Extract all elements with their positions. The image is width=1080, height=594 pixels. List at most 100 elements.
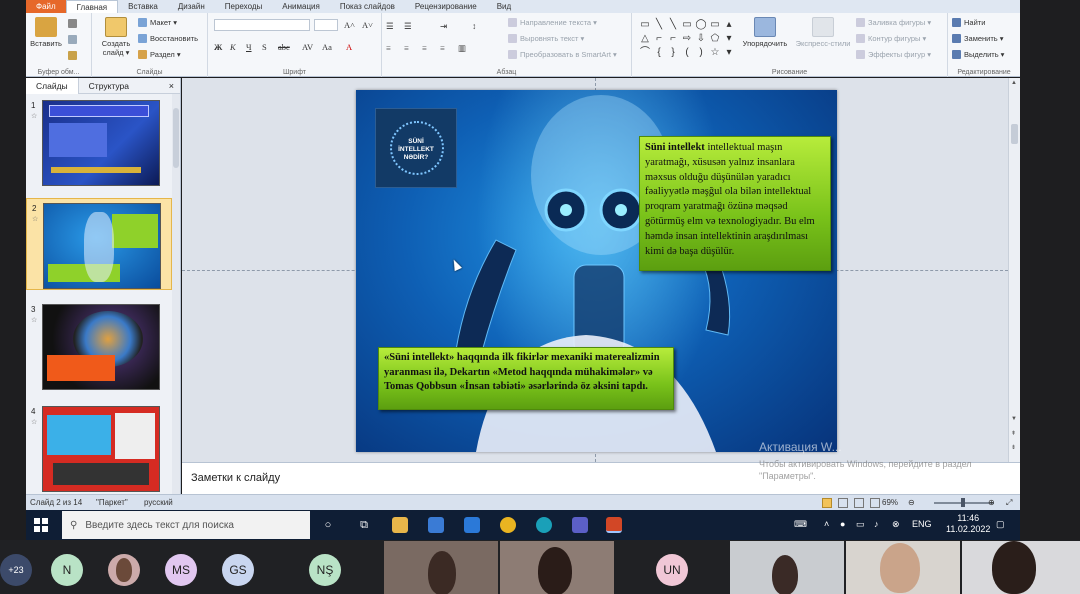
clock[interactable]: 11:46 11.02.2022 (946, 513, 990, 535)
zoom-level[interactable]: 69% (882, 498, 898, 507)
new-slide-button[interactable]: Создать слайд ▾ (96, 15, 136, 57)
tab-outline[interactable]: Структура (79, 78, 139, 94)
network-icon[interactable]: ▭ (856, 519, 865, 530)
align-left-icon[interactable]: ≡ (386, 43, 391, 53)
tab-transitions[interactable]: Переходы (215, 0, 273, 13)
windows-start-icon[interactable] (34, 518, 48, 532)
language-indicator[interactable]: русский (144, 498, 173, 507)
shrink-font-icon[interactable]: A˅ (362, 20, 373, 30)
text-direction-button[interactable]: Направление текста ▾ (508, 18, 597, 27)
mail-icon[interactable] (464, 517, 480, 533)
volume-icon[interactable]: ♪ (874, 519, 879, 529)
smartart-button[interactable]: Преобразовать в SmartArt ▾ (508, 50, 617, 59)
microphone-icon[interactable]: ● (840, 519, 845, 529)
rect-shape-icon[interactable]: ▭ (708, 18, 722, 32)
shape-fill-button[interactable]: Заливка фигуры ▾ (856, 18, 931, 27)
edge-icon[interactable] (536, 517, 552, 533)
star-shape-icon[interactable]: ☆ (708, 46, 722, 60)
underline-icon[interactable]: Ч (246, 42, 252, 52)
scroll-thumb[interactable] (173, 108, 179, 168)
zoom-out-icon[interactable]: ⊖ (908, 498, 915, 507)
section-button[interactable]: Раздел ▾ (138, 50, 181, 59)
teams-icon[interactable] (572, 517, 588, 533)
current-slide[interactable]: SÜNİ İNTELLEKT NƏDİR? Süni intellekt int… (356, 90, 837, 452)
scroll-down-icon[interactable]: ▼ (1011, 416, 1017, 422)
slide-thumbnail-3[interactable]: 3 ☆ (26, 300, 172, 392)
slideshow-icon[interactable] (870, 498, 880, 508)
align-text-button[interactable]: Выровнять текст ▾ (508, 34, 584, 43)
zoom-slider-thumb[interactable] (961, 498, 965, 507)
tab-slideshow[interactable]: Показ слайдов (330, 0, 405, 13)
select-button[interactable]: Выделить ▾ (952, 50, 1004, 59)
copy-icon[interactable] (68, 35, 77, 44)
pentagon-shape-icon[interactable]: ⬠ (708, 32, 722, 46)
chrome-icon[interactable] (500, 517, 516, 533)
participant-video[interactable] (962, 541, 1080, 594)
rect-shape-icon[interactable]: ▭ (680, 18, 694, 32)
close-icon[interactable]: × (169, 81, 174, 91)
gallery-expand-icon[interactable]: ▾ (722, 46, 736, 60)
taskbar-search[interactable]: ⚲ Введите здесь текст для поиска (62, 511, 310, 539)
reading-view-icon[interactable] (854, 498, 864, 508)
arc-shape-icon[interactable]: ( (680, 46, 694, 60)
cortana-icon[interactable]: ○ (320, 517, 336, 533)
cut-icon[interactable] (68, 19, 77, 28)
reset-button[interactable]: Восстановить (138, 34, 198, 43)
tab-home[interactable]: Главная (65, 0, 119, 13)
grow-font-icon[interactable]: A˄ (344, 20, 355, 30)
bluetooth-icon[interactable]: ⊗ (892, 519, 900, 530)
line-spacing-icon[interactable]: ↕ (472, 21, 476, 31)
participant-avatar[interactable]: MS (165, 554, 197, 586)
participant-avatar[interactable]: UN (656, 554, 688, 586)
brace-shape-icon[interactable]: } (666, 46, 680, 60)
brace-shape-icon[interactable]: { (652, 46, 666, 60)
italic-icon[interactable]: К (230, 42, 236, 52)
powerpoint-icon[interactable] (606, 517, 622, 533)
case-icon[interactable]: Aa (322, 42, 332, 52)
numbering-icon[interactable]: ☰ (404, 21, 412, 32)
arrow-shape-icon[interactable]: ⇨ (680, 32, 694, 46)
task-view-icon[interactable]: ⧉ (356, 517, 372, 533)
notification-icon[interactable]: ▢ (996, 519, 1005, 530)
normal-view-icon[interactable] (822, 498, 832, 508)
slide-thumbnail-1[interactable]: 1 ☆ (26, 96, 172, 188)
definition-textbox[interactable]: Süni intellekt intellektual maşın yaratm… (639, 136, 831, 271)
align-right-icon[interactable]: ≡ (422, 43, 427, 53)
triangle-shape-icon[interactable]: △ (638, 32, 652, 46)
canvas-scrollbar[interactable]: ▲ ▼ ⇞ ⇟ (1008, 78, 1020, 462)
participant-avatar[interactable]: NŞ (309, 554, 341, 586)
tab-file[interactable]: Файл (26, 0, 66, 13)
bold-icon[interactable]: Ж (214, 42, 222, 52)
paste-button[interactable]: Вставить (28, 15, 64, 48)
tab-view[interactable]: Вид (487, 0, 521, 13)
prev-slide-icon[interactable]: ⇞ (1011, 430, 1016, 437)
participant-avatar[interactable]: GS (222, 554, 254, 586)
more-shapes-icon[interactable]: ▴ (722, 18, 736, 32)
font-family-select[interactable] (214, 19, 310, 31)
tab-slides[interactable]: Слайды (26, 77, 79, 94)
align-center-icon[interactable]: ≡ (404, 43, 409, 53)
line-shape-icon[interactable]: ╲ (652, 18, 666, 32)
language-indicator[interactable]: ENG (912, 519, 932, 529)
line-shape-icon[interactable]: ╲ (666, 18, 680, 32)
oval-shape-icon[interactable]: ◯ (694, 18, 708, 32)
participant-video[interactable] (846, 541, 960, 594)
spacing-icon[interactable]: AV (302, 42, 313, 52)
panel-scrollbar[interactable] (172, 94, 180, 494)
next-slide-icon[interactable]: ⇟ (1011, 444, 1016, 451)
history-textbox[interactable]: «Süni intellekt» haqqında ilk fikirlər m… (378, 347, 674, 410)
strikethrough-icon[interactable]: abc (278, 42, 290, 52)
theme-name[interactable]: "Паркет" (96, 498, 128, 507)
keyboard-icon[interactable]: ⌨ (794, 519, 807, 530)
slide-sorter-icon[interactable] (838, 498, 848, 508)
more-participants-badge[interactable]: +23 (0, 554, 32, 586)
tab-insert[interactable]: Вставка (118, 0, 168, 13)
scroll-up-icon[interactable]: ▲ (1011, 80, 1017, 86)
fit-to-window-icon[interactable]: ⤢ (1006, 498, 1012, 508)
chevron-up-icon[interactable]: ˄ (824, 519, 829, 529)
slide-thumbnail-2[interactable]: 2 ☆ (26, 198, 172, 290)
shadow-icon[interactable]: S (262, 42, 267, 52)
file-explorer-icon[interactable] (392, 517, 408, 533)
store-icon[interactable] (428, 517, 444, 533)
zoom-in-icon[interactable]: ⊕ (988, 498, 995, 507)
